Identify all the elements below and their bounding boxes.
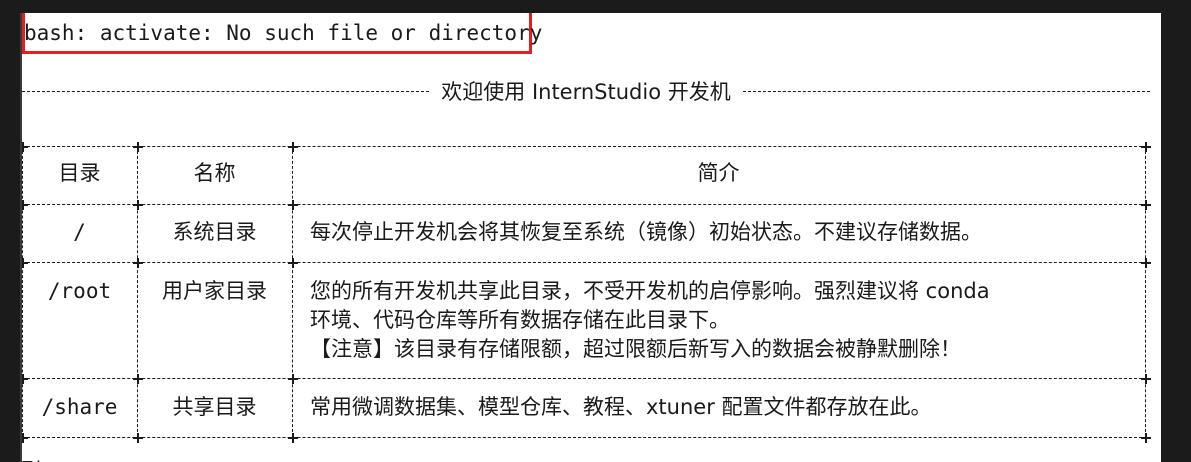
table-header-separator xyxy=(22,204,1147,205)
row-desc-line: 常用微调数据集、模型仓库、教程、xtuner 配置文件都存放在此。 xyxy=(310,395,932,419)
table-corner xyxy=(133,374,143,384)
row-desc-line: 环境、代码仓库等所有数据存储在此目录下。 xyxy=(310,308,730,332)
header-desc: 简介 xyxy=(697,161,740,185)
row-desc-line: 您的所有开发机共享此目录，不受开发机的启停影响。强烈建议将 conda xyxy=(310,279,990,303)
table-corner xyxy=(22,258,28,268)
directory-table: 目录 名称 简介 / 系统目录 每次停止开发机会将其恢复至系统（镜像）初始状态。… xyxy=(22,141,1151,443)
window-left-border xyxy=(0,0,20,462)
table-corner xyxy=(1141,200,1151,210)
table-col-border-right xyxy=(1145,146,1146,437)
table-col-border-2 xyxy=(292,146,293,437)
window-right-border xyxy=(1161,0,1191,462)
table-corner xyxy=(288,374,298,384)
row-desc-line: 【注意】该目录有存储限额，超过限额后新写入的数据会被静默删除！ xyxy=(310,337,961,361)
cutoff-line: Ti xyxy=(22,458,44,462)
error-message: bash: activate: No such file or director… xyxy=(24,21,543,45)
banner-title: 欢迎使用 InternStudio 开发机 xyxy=(441,80,731,104)
row-name: 用户家目录 xyxy=(162,279,267,303)
row-desc-line: 每次停止开发机会将其恢复至系统（镜像）初始状态。不建议存储数据。 xyxy=(310,220,982,244)
row-dir: /share xyxy=(41,395,118,419)
table-corner xyxy=(1141,433,1151,443)
table-row-separator-2 xyxy=(22,378,1147,379)
table-border-top xyxy=(22,146,1147,147)
table-corner xyxy=(22,142,28,152)
table-corner xyxy=(1141,142,1151,152)
table-corner xyxy=(133,258,143,268)
row-dir: /root xyxy=(47,279,112,303)
terminal-output[interactable]: bash: activate: No such file or director… xyxy=(22,13,1161,462)
table-corner xyxy=(288,258,298,268)
table-corner xyxy=(288,200,298,210)
table-corner xyxy=(288,433,298,443)
table-row-separator-1 xyxy=(22,262,1147,263)
table-corner xyxy=(133,142,143,152)
banner-dash-right xyxy=(742,90,1150,92)
row-name: 系统目录 xyxy=(172,220,257,244)
table-corner xyxy=(133,200,143,210)
banner-dash-left xyxy=(22,90,430,92)
table-corner xyxy=(22,374,28,384)
table-corner xyxy=(22,200,28,210)
table-corner xyxy=(133,433,143,443)
row-dir: / xyxy=(73,220,86,244)
window-top-strip xyxy=(0,0,1191,13)
table-corner xyxy=(288,142,298,152)
table-corner xyxy=(22,433,28,443)
table-border-bottom xyxy=(22,437,1147,438)
welcome-banner: 欢迎使用 InternStudio 开发机 xyxy=(22,79,1150,104)
header-name: 名称 xyxy=(193,161,236,185)
row-name: 共享目录 xyxy=(172,395,257,419)
table-corner xyxy=(1141,374,1151,384)
table-corner xyxy=(1141,258,1151,268)
header-dir: 目录 xyxy=(58,161,101,185)
